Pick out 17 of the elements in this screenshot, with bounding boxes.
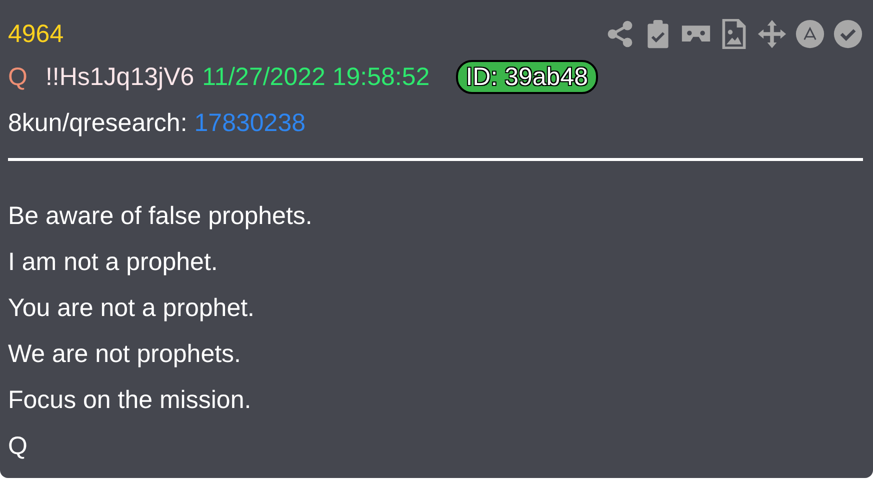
post-link[interactable]: 17830238 [194, 108, 306, 138]
board-name: 8kun/qresearch: [8, 108, 188, 138]
timestamp: 11/27/2022 19:58:52 [202, 62, 430, 92]
id-badge: ID: 39ab48 [456, 60, 598, 94]
post-text-line: I am not a prophet. [8, 247, 219, 278]
check-circle-icon[interactable] [833, 19, 863, 49]
post-text-line: You are not a prophet. [8, 293, 256, 324]
post-text-line: Be aware of false prophets. [8, 201, 314, 232]
letter-a-circle-icon[interactable] [795, 19, 825, 49]
post-text-line: Q [8, 431, 28, 462]
post-text-line: We are not prophets. [8, 339, 242, 370]
move-icon[interactable] [757, 19, 787, 49]
share-icon[interactable] [605, 19, 635, 49]
author-name: Q [8, 62, 28, 92]
post-number: 4964 [8, 20, 64, 48]
post-text-line: Focus on the mission. [8, 385, 252, 416]
tripcode: !!Hs1Jq13jV6 [45, 62, 194, 92]
